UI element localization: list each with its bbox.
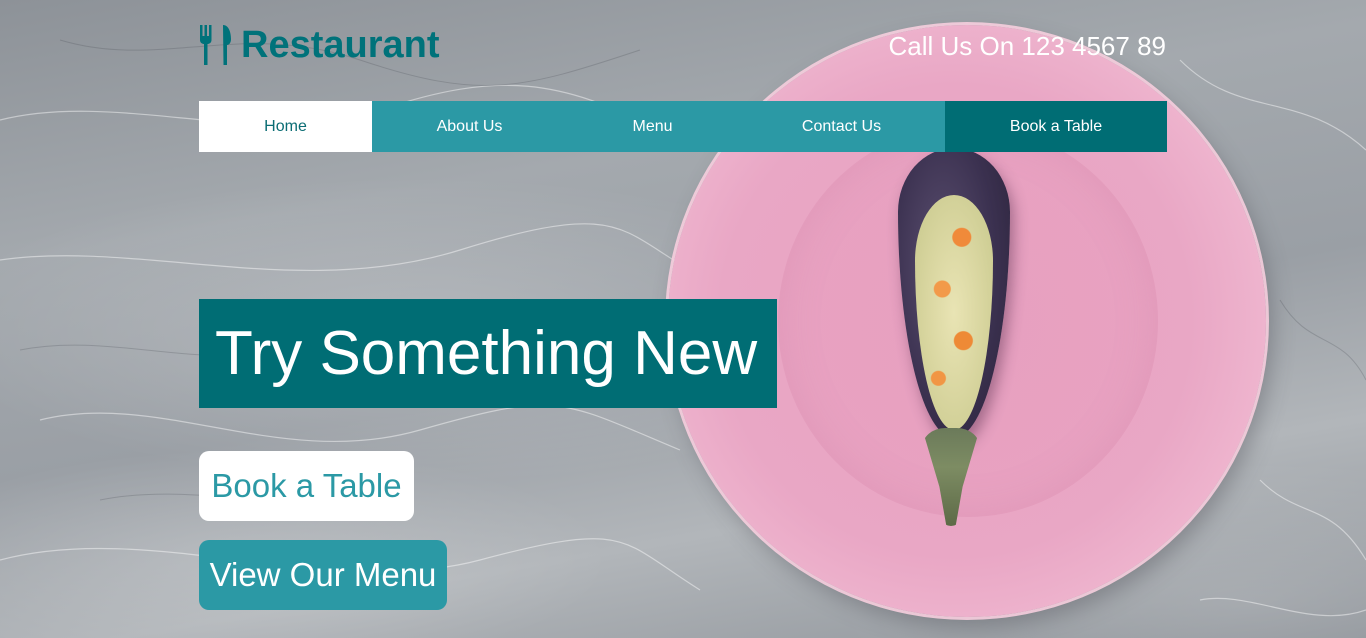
brand-name: Restaurant (241, 24, 440, 66)
phone-number: Call Us On 123 4567 89 (888, 31, 1166, 61)
utensils-icon (200, 25, 231, 65)
nav-about-us[interactable]: About Us (372, 101, 567, 152)
nav-home[interactable]: Home (199, 101, 372, 152)
nav-menu[interactable]: Menu (567, 101, 738, 152)
main-nav: Home About Us Menu Contact Us Book a Tab… (199, 101, 1167, 152)
view-menu-button[interactable]: View Our Menu (199, 540, 447, 610)
brand-logo[interactable]: Restaurant (199, 24, 440, 66)
hero-headline: Try Something New (199, 299, 777, 408)
book-table-button[interactable]: Book a Table (199, 451, 414, 521)
nav-contact-us[interactable]: Contact Us (738, 101, 945, 152)
hero-section: Restaurant Call Us On 123 4567 89 Home A… (0, 0, 1366, 638)
nav-book-a-table[interactable]: Book a Table (945, 101, 1167, 152)
